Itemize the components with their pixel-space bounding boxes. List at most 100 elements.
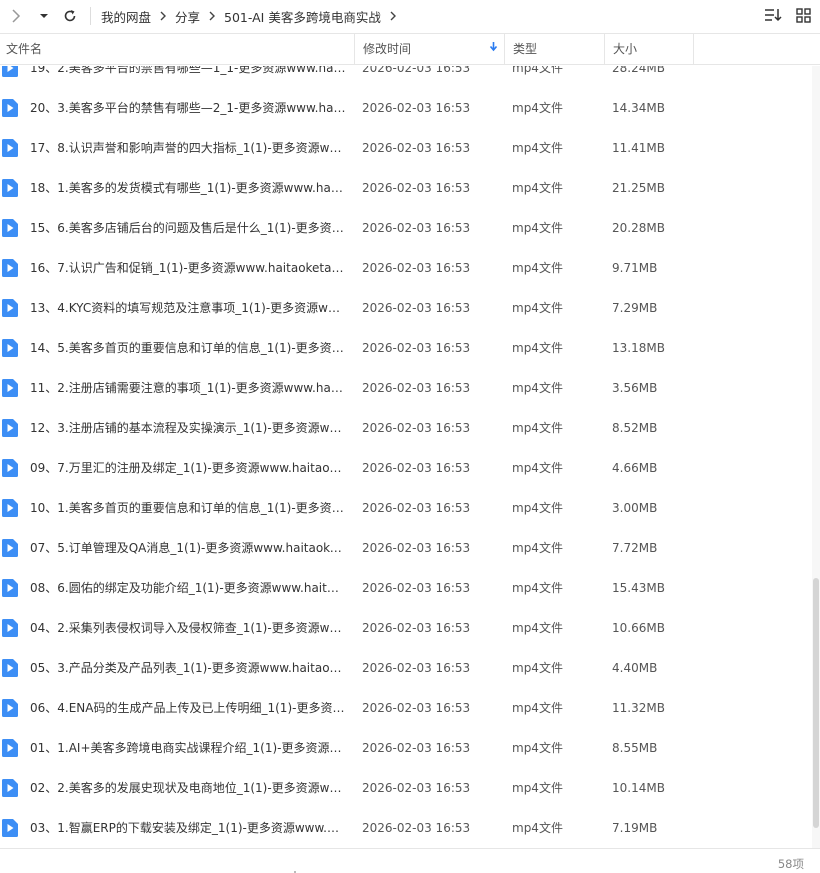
file-type: mp4文件 bbox=[512, 701, 563, 715]
file-size: 7.19MB bbox=[612, 821, 658, 835]
file-row[interactable]: 19、2.美客多平台的禁售有哪些—1_1-更多资源www.haitaoketan… bbox=[0, 66, 812, 88]
sort-descending-icon bbox=[489, 34, 498, 64]
refresh-icon bbox=[64, 10, 76, 22]
file-type: mp4文件 bbox=[512, 501, 563, 515]
file-modified-time: 2026-02-03 16:53 bbox=[362, 461, 471, 475]
file-modified-time: 2026-02-03 16:53 bbox=[362, 66, 471, 75]
file-name: 06、4.ENA码的生成产品上传及已上传明细_1(1)-更多资源www.hait… bbox=[30, 701, 346, 715]
file-row[interactable]: 05、3.产品分类及产品列表_1(1)-更多资源www.haitaoketang… bbox=[0, 648, 812, 688]
column-header-type[interactable]: 类型 bbox=[504, 34, 604, 64]
file-row[interactable]: 06、4.ENA码的生成产品上传及已上传明细_1(1)-更多资源www.hait… bbox=[0, 688, 812, 728]
file-name: 14、5.美客多首页的重要信息和订单的信息_1(1)-更多资源www.haita… bbox=[30, 341, 346, 355]
file-name: 11、2.注册店铺需要注意的事项_1(1)-更多资源www.haitaoketa… bbox=[30, 381, 346, 395]
status-bar: 58项 bbox=[0, 848, 820, 873]
file-size: 7.29MB bbox=[612, 301, 658, 315]
file-modified-time: 2026-02-03 16:53 bbox=[362, 301, 471, 315]
file-size: 4.66MB bbox=[612, 461, 658, 475]
video-file-icon bbox=[2, 299, 18, 317]
file-row[interactable]: 18、1.美客多的发货模式有哪些_1(1)-更多资源www.haitaoketa… bbox=[0, 168, 812, 208]
vertical-scrollbar[interactable] bbox=[812, 66, 820, 848]
file-name: 16、7.认识广告和促销_1(1)-更多资源www.haitaoketang.c… bbox=[30, 261, 346, 275]
file-row[interactable]: 17、8.认识声誉和影响声誉的四大指标_1(1)-更多资源www.haitaok… bbox=[0, 128, 812, 168]
file-row[interactable]: 08、6.圆佑的绑定及功能介绍_1(1)-更多资源www.haitaoketan… bbox=[0, 568, 812, 608]
file-row[interactable]: 16、7.认识广告和促销_1(1)-更多资源www.haitaoketang.c… bbox=[0, 248, 812, 288]
chevron-right-icon bbox=[208, 11, 216, 21]
file-modified-time: 2026-02-03 16:53 bbox=[362, 381, 471, 395]
file-name: 05、3.产品分类及产品列表_1(1)-更多资源www.haitaoketang… bbox=[30, 661, 346, 675]
file-row[interactable]: 07、5.订单管理及QA消息_1(1)-更多资源www.haitaoketang… bbox=[0, 528, 812, 568]
file-size: 11.32MB bbox=[612, 701, 665, 715]
video-file-icon bbox=[2, 219, 18, 237]
video-file-icon bbox=[2, 99, 18, 117]
scrollbar-thumb[interactable] bbox=[813, 578, 819, 828]
file-size: 7.72MB bbox=[612, 541, 658, 555]
file-name: 18、1.美客多的发货模式有哪些_1(1)-更多资源www.haitaoketa… bbox=[30, 181, 346, 195]
column-header-name[interactable]: 文件名 bbox=[6, 34, 352, 64]
file-modified-time: 2026-02-03 16:53 bbox=[362, 781, 471, 795]
file-type: mp4文件 bbox=[512, 741, 563, 755]
file-modified-time: 2026-02-03 16:53 bbox=[362, 701, 471, 715]
file-row[interactable]: 01、1.AI+美客多跨境电商实战课程介绍_1(1)-更多资源www.haita… bbox=[0, 728, 812, 768]
file-size: 20.28MB bbox=[612, 221, 665, 235]
file-row[interactable]: 13、4.KYC资料的填写规范及注意事项_1(1)-更多资源www.haitao… bbox=[0, 288, 812, 328]
breadcrumb-item[interactable]: 我的网盘 bbox=[101, 7, 151, 26]
file-name: 01、1.AI+美客多跨境电商实战课程介绍_1(1)-更多资源www.haita… bbox=[30, 741, 346, 755]
history-dropdown-button[interactable] bbox=[34, 6, 54, 26]
video-file-icon bbox=[2, 539, 18, 557]
file-row[interactable]: 14、5.美客多首页的重要信息和订单的信息_1(1)-更多资源www.haita… bbox=[0, 328, 812, 368]
file-size: 15.43MB bbox=[612, 581, 665, 595]
grid-view-icon bbox=[795, 7, 811, 23]
file-row[interactable]: 20、3.美客多平台的禁售有哪些—2_1-更多资源www.haitaoketan… bbox=[0, 88, 812, 128]
file-size: 4.40MB bbox=[612, 661, 658, 675]
file-row[interactable]: 11、2.注册店铺需要注意的事项_1(1)-更多资源www.haitaoketa… bbox=[0, 368, 812, 408]
file-type: mp4文件 bbox=[512, 301, 563, 315]
file-name: 19、2.美客多平台的禁售有哪些—1_1-更多资源www.haitaoketan… bbox=[30, 66, 346, 75]
file-row[interactable]: 12、3.注册店铺的基本流程及实操演示_1(1)-更多资源www.haitaok… bbox=[0, 408, 812, 448]
file-name: 10、1.美客多首页的重要信息和订单的信息_1(1)-更多资源www.haita… bbox=[30, 501, 346, 515]
file-size: 8.55MB bbox=[612, 741, 658, 755]
video-file-icon bbox=[2, 659, 18, 677]
file-row[interactable]: 03、1.智赢ERP的下载安装及绑定_1(1)-更多资源www.haitaoke… bbox=[0, 808, 812, 848]
file-row[interactable]: 10、1.美客多首页的重要信息和订单的信息_1(1)-更多资源www.haita… bbox=[0, 488, 812, 528]
file-modified-time: 2026-02-03 16:53 bbox=[362, 581, 471, 595]
video-file-icon bbox=[2, 579, 18, 597]
grid-view-button[interactable] bbox=[794, 6, 812, 24]
file-size: 10.14MB bbox=[612, 781, 665, 795]
file-type: mp4文件 bbox=[512, 101, 563, 115]
chevron-right-icon bbox=[159, 11, 167, 21]
file-name: 17、8.认识声誉和影响声誉的四大指标_1(1)-更多资源www.haitaok… bbox=[30, 141, 346, 155]
file-row[interactable]: 15、6.美客多店铺后台的问题及售后是什么_1(1)-更多资源www.haita… bbox=[0, 208, 812, 248]
file-row[interactable]: 04、2.采集列表侵权词导入及侵权筛查_1(1)-更多资源www.haitaok… bbox=[0, 608, 812, 648]
breadcrumb-item[interactable]: 501-AI 美客多跨境电商实战 bbox=[224, 7, 381, 26]
video-file-icon bbox=[2, 499, 18, 517]
video-file-icon bbox=[2, 739, 18, 757]
breadcrumb: 我的网盘 分享 501-AI 美客多跨境电商实战 bbox=[101, 7, 405, 26]
forward-button[interactable] bbox=[6, 6, 26, 26]
file-type: mp4文件 bbox=[512, 181, 563, 195]
sort-list-icon bbox=[765, 9, 782, 22]
toolbar-divider bbox=[90, 7, 91, 25]
file-modified-time: 2026-02-03 16:53 bbox=[362, 661, 471, 675]
file-row[interactable]: 09、7.万里汇的注册及绑定_1(1)-更多资源www.haitaoketang… bbox=[0, 448, 812, 488]
sort-menu-button[interactable] bbox=[764, 6, 782, 24]
refresh-button[interactable] bbox=[60, 6, 80, 26]
file-size: 14.34MB bbox=[612, 101, 665, 115]
file-type: mp4文件 bbox=[512, 621, 563, 635]
file-modified-time: 2026-02-03 16:53 bbox=[362, 741, 471, 755]
file-modified-time: 2026-02-03 16:53 bbox=[362, 421, 471, 435]
file-modified-time: 2026-02-03 16:53 bbox=[362, 341, 471, 355]
file-type: mp4文件 bbox=[512, 381, 563, 395]
breadcrumb-item[interactable]: 分享 bbox=[175, 7, 200, 26]
file-row[interactable]: 02、2.美客多的发展史现状及电商地位_1(1)-更多资源www.haitaok… bbox=[0, 768, 812, 808]
view-controls bbox=[764, 6, 812, 24]
file-size: 9.71MB bbox=[612, 261, 658, 275]
file-type: mp4文件 bbox=[512, 461, 563, 475]
file-name: 07、5.订单管理及QA消息_1(1)-更多资源www.haitaoketang… bbox=[30, 541, 346, 555]
file-name: 13、4.KYC资料的填写规范及注意事项_1(1)-更多资源www.haitao… bbox=[30, 301, 346, 315]
file-type: mp4文件 bbox=[512, 221, 563, 235]
file-size: 8.52MB bbox=[612, 421, 658, 435]
column-header-size[interactable]: 大小 bbox=[604, 34, 694, 64]
file-modified-time: 2026-02-03 16:53 bbox=[362, 261, 471, 275]
video-file-icon bbox=[2, 699, 18, 717]
column-header-modified-time[interactable]: 修改时间 bbox=[354, 34, 504, 64]
